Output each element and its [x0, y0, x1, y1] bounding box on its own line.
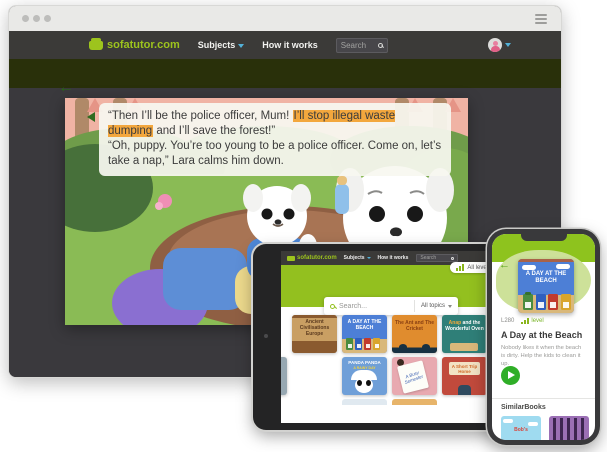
story-text-box: “Then I’ll be the police officer, Mum! I… — [99, 103, 451, 176]
site-navbar: sofatutor.com Subjects How it works Sear… — [9, 31, 561, 59]
similar-books-heading: SimilarBooks — [501, 404, 546, 411]
phone-device: ← A Day at the Beach L280 level A Day at… — [487, 229, 600, 445]
similar-books-row: Bob’s — [501, 416, 589, 440]
book-cover-partial[interactable] — [342, 399, 387, 405]
level-code: L280 — [501, 318, 514, 324]
book-cover-panda-panda[interactable]: Panda Panda A Rainy Day — [342, 357, 387, 395]
sofa-logo-icon — [287, 256, 295, 261]
sofa-logo-icon — [89, 41, 103, 50]
rickshaw-art — [450, 343, 478, 351]
book-cover-partial[interactable] — [392, 399, 437, 405]
sofatutor-logo[interactable]: sofatutor.com — [89, 39, 180, 51]
browser-chrome — [9, 6, 561, 31]
window-controls[interactable] — [22, 15, 51, 22]
logo-text: sofatutor.com — [107, 39, 180, 51]
play-button[interactable] — [501, 366, 520, 385]
cloud-art — [522, 265, 536, 270]
chevron-down-icon — [367, 257, 371, 259]
search-icon — [451, 257, 454, 260]
search-input[interactable]: Search — [336, 38, 388, 53]
divider — [492, 398, 595, 399]
chevron-down-icon — [448, 305, 452, 308]
marketing-composite: sofatutor.com Subjects How it works Sear… — [0, 0, 607, 452]
library-search-bar[interactable]: Search... All topics — [324, 297, 458, 315]
phone-notch — [521, 234, 567, 241]
recycling-bins-art — [523, 294, 571, 310]
chevron-down-icon — [238, 44, 244, 48]
book-meta: L280 level — [501, 318, 544, 324]
window-dot[interactable] — [44, 15, 51, 22]
dimmed-hero-band — [9, 59, 561, 88]
book-title: A Day at the Beach — [501, 330, 582, 340]
topics-dropdown[interactable]: All topics — [414, 300, 458, 312]
similar-book-forest[interactable] — [549, 416, 589, 440]
nav-subjects[interactable]: Subjects — [198, 40, 245, 50]
level-indicator: level — [521, 318, 543, 324]
level-steps-icon — [521, 318, 529, 324]
tablet-device: sofatutor.com Subjects How it works Sear… — [253, 244, 507, 430]
play-previous-icon[interactable] — [87, 112, 95, 122]
nav-how-it-works[interactable]: How it works — [262, 40, 318, 50]
panda-art — [355, 377, 373, 393]
search-icon[interactable] — [378, 43, 383, 48]
book-cover-short-trip-home[interactable]: A Short Trip Home — [442, 357, 487, 395]
book-description: Nobody likes it when the beach is dirty.… — [501, 344, 587, 368]
window-dot[interactable] — [33, 15, 40, 22]
avatar[interactable] — [488, 38, 502, 52]
book-cover-ant-and-cricket[interactable]: The Ant and The Cricket — [392, 315, 437, 353]
book-cover-ancient-civilisations[interactable]: Ancient Civilisations Europe — [292, 315, 337, 353]
browser-menu-icon[interactable] — [535, 14, 547, 24]
back-arrow-icon[interactable]: ← — [58, 80, 74, 96]
similar-book-bobs[interactable]: Bob’s — [501, 416, 541, 440]
chevron-down-icon — [505, 43, 511, 47]
book-cover-day-at-the-beach[interactable]: A Day at the Beach — [342, 315, 387, 353]
nav-subjects[interactable]: Subjects — [344, 255, 371, 261]
cloud-art — [556, 264, 570, 269]
user-menu[interactable] — [488, 38, 511, 52]
story-text: “Then I’ll be the police officer, Mum! — [108, 110, 293, 122]
story-text: “Oh, puppy. You’re too young to be a pol… — [108, 140, 441, 167]
nav-how-it-works[interactable]: How it works — [378, 255, 409, 261]
phone-book-cover[interactable]: A Day at the Beach — [518, 259, 574, 313]
book-cover-busy-semester[interactable]: A Busy Semester — [392, 357, 437, 395]
story-text: and I’ll save the forest!” — [153, 125, 275, 137]
phone-screen: ← A Day at the Beach L280 level A Day at… — [492, 234, 595, 440]
camera-dot — [264, 334, 268, 338]
book-cover-anap-wonderful-oven[interactable]: Anap and the Wonderful Oven — [442, 315, 487, 353]
level-steps-icon — [456, 264, 464, 271]
window-dot[interactable] — [22, 15, 29, 22]
tablet-screen: sofatutor.com Subjects How it works Sear… — [281, 251, 503, 423]
sofatutor-logo[interactable]: sofatutor.com — [287, 255, 337, 261]
book-cover-sherlock-hound[interactable] — [281, 357, 287, 395]
recycling-bins-art — [346, 338, 380, 350]
search-input[interactable]: Search — [416, 254, 458, 262]
search-placeholder: Search — [341, 41, 366, 50]
back-arrow-icon[interactable]: ← — [499, 260, 510, 271]
search-icon — [330, 304, 335, 309]
book-grid: Ancient Civilisations Europe A Day at th… — [281, 315, 503, 423]
notepad-art: A Busy Semester — [397, 360, 429, 393]
character-art — [458, 385, 471, 395]
